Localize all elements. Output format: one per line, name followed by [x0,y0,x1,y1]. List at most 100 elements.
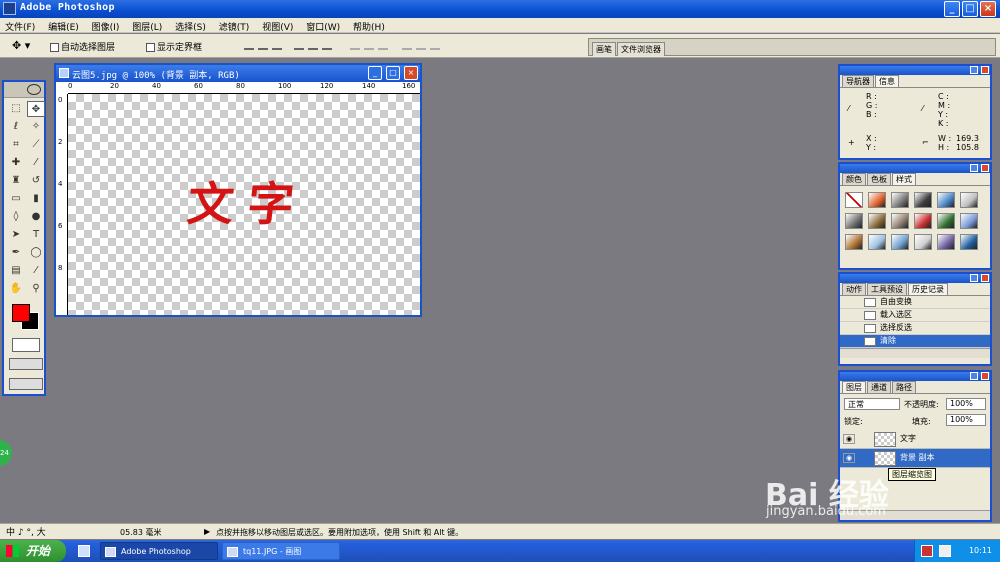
tab-brush[interactable]: 画笔 [592,42,616,56]
distribute-hcenter-icon[interactable] [416,40,426,50]
tab-layers[interactable]: 图层 [842,381,866,393]
history-item[interactable]: 自由变换 [840,296,990,309]
menu-select[interactable]: 选择(S) [170,18,211,33]
style-swatch[interactable] [960,234,978,250]
menu-file[interactable]: 文件(F) [0,18,40,33]
status-arrow-icon[interactable]: ▶ [204,527,210,536]
palette-minimize-button[interactable] [970,66,978,74]
palette-minimize-button[interactable] [970,372,978,380]
tab-channels[interactable]: 通道 [867,381,891,393]
style-swatch[interactable] [845,234,863,250]
layer-row[interactable]: ◉ 文字 [840,430,990,449]
style-swatch[interactable] [914,192,932,208]
style-swatch[interactable] [868,192,886,208]
style-none-swatch[interactable] [845,192,863,208]
blend-mode-select[interactable]: 正常 [844,398,900,410]
tab-actions[interactable]: 动作 [842,283,866,295]
palette-close-button[interactable] [981,372,989,380]
align-vcenter-icon[interactable] [258,40,268,50]
slice-tool-icon[interactable]: ⟋ [27,137,45,153]
palette-title-bar[interactable] [840,274,990,283]
marquee-tool-icon[interactable]: ⬚ [7,101,25,117]
foreground-color-swatch[interactable] [12,304,30,322]
show-bounds-option[interactable]: 显示定界框 [146,40,202,53]
align-bottom-icon[interactable] [272,40,282,50]
distribute-bottom-icon[interactable] [378,40,388,50]
palette-close-button[interactable] [981,164,989,172]
align-left-icon[interactable] [294,40,304,50]
taskbar-photoshop[interactable]: Adobe Photoshop [100,542,218,560]
style-swatch[interactable] [845,213,863,229]
style-swatch[interactable] [868,234,886,250]
crop-tool-icon[interactable]: ⌗ [7,137,25,153]
history-item[interactable]: 选择反选 [840,322,990,335]
opacity-input[interactable]: 100% [946,398,986,410]
style-swatch[interactable] [891,234,909,250]
style-swatch[interactable] [937,234,955,250]
ime-indicator[interactable]: 中 ♪ °, 大 [6,525,46,538]
distribute-vcenter-icon[interactable] [364,40,374,50]
palette-minimize-button[interactable] [970,274,978,282]
auto-select-option[interactable]: 自动选择图层 [50,40,115,53]
palette-title-bar[interactable] [840,372,990,381]
quick-mask-icon[interactable] [12,338,40,352]
palette-minimize-button[interactable] [970,164,978,172]
tab-styles[interactable]: 样式 [892,173,916,185]
menu-edit[interactable]: 编辑(E) [43,18,84,33]
dodge-tool-icon[interactable]: ● [27,209,45,225]
layer-row-selected[interactable]: ◉ 背景 副本 [840,449,990,468]
palette-title-bar[interactable] [840,164,990,173]
gradient-tool-icon[interactable]: ▮ [27,191,45,207]
menu-filter[interactable]: 滤镜(T) [214,18,255,33]
show-bounds-checkbox[interactable] [146,43,155,52]
palette-close-button[interactable] [981,274,989,282]
style-swatch[interactable] [868,213,886,229]
menu-view[interactable]: 视图(V) [257,18,298,33]
document-title-bar[interactable]: 云图5.jpg @ 100% (背景 副本, RGB) _ □ × [56,65,420,82]
start-button[interactable]: 开始 [0,540,66,562]
eyedropper-icon[interactable]: ⁄ [27,263,45,279]
tab-color[interactable]: 颜色 [842,173,866,185]
auto-select-checkbox[interactable] [50,43,59,52]
align-top-icon[interactable] [244,40,254,50]
menu-window[interactable]: 窗口(W) [301,18,345,33]
clock[interactable]: 10:11 [969,546,992,555]
screen-mode-icon[interactable] [9,358,43,370]
brush-tool-icon[interactable]: ⁄ [27,155,45,171]
clone-stamp-icon[interactable]: ♜ [7,173,25,189]
history-brush-icon[interactable]: ↺ [27,173,45,189]
style-swatch[interactable] [960,213,978,229]
healing-brush-icon[interactable]: ✚ [7,155,25,171]
jump-to-imageready-icon[interactable] [9,378,43,390]
distribute-top-icon[interactable] [350,40,360,50]
palette-close-button[interactable] [981,66,989,74]
doc-minimize-button[interactable]: _ [368,66,382,80]
layer-thumbnail[interactable] [874,432,896,447]
close-button[interactable]: × [980,1,996,17]
tray-app-icon[interactable] [921,545,933,557]
tab-swatches[interactable]: 色板 [867,173,891,185]
document-canvas[interactable]: 文字 [68,94,420,315]
doc-close-button[interactable]: × [404,66,418,80]
eye-icon[interactable] [27,84,41,95]
tray-network-icon[interactable] [939,545,951,557]
canvas-text-layer[interactable]: 文字 [185,168,312,234]
zoom-tool-icon[interactable]: ⚲ [27,281,45,297]
maximize-button[interactable]: □ [962,1,978,17]
layer-thumbnail[interactable] [874,451,896,466]
magic-wand-icon[interactable]: ✧ [27,119,45,135]
notes-tool-icon[interactable]: ▤ [7,263,25,279]
move-tool-icon[interactable]: ✥ [27,101,45,117]
history-item[interactable]: 载入选区 [840,309,990,322]
style-swatch[interactable] [937,213,955,229]
align-right-icon[interactable] [322,40,332,50]
palette-title-bar[interactable] [840,66,990,75]
distribute-right-icon[interactable] [430,40,440,50]
align-hcenter-icon[interactable] [308,40,318,50]
quick-launch-icon[interactable] [78,545,90,557]
tab-file-browser[interactable]: 文件浏览器 [617,42,665,56]
pen-tool-icon[interactable]: ✒ [7,245,25,261]
type-tool-icon[interactable]: T [27,227,45,243]
tab-history[interactable]: 历史记录 [908,283,948,295]
style-swatch[interactable] [937,192,955,208]
